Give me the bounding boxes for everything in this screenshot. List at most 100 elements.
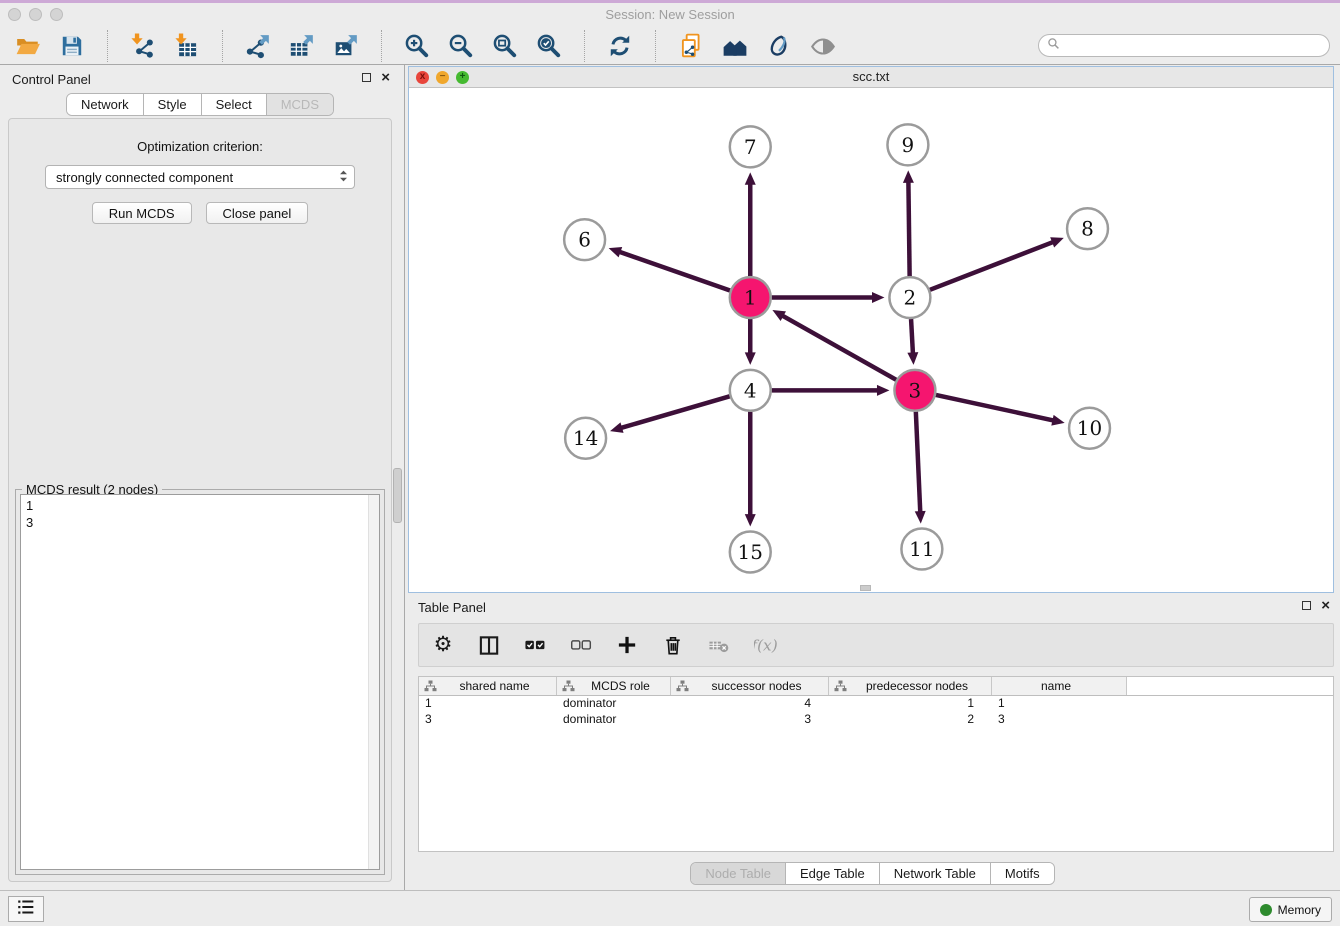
- zoom-in-button[interactable]: [399, 30, 435, 62]
- toolbar-separator: [222, 30, 223, 62]
- network-close-icon[interactable]: x: [416, 71, 429, 84]
- deselect-all-checkboxes-button[interactable]: [567, 631, 595, 659]
- column-tree-icon: [676, 680, 689, 692]
- close-panel-button[interactable]: Close panel: [206, 202, 309, 224]
- toggle-visibility-icon: [810, 33, 836, 59]
- graph-node-15[interactable]: 15: [730, 532, 771, 573]
- add-column-button[interactable]: [613, 631, 641, 659]
- column-header-MCDS-role[interactable]: MCDS role: [557, 677, 671, 695]
- mcds-result-text: 13: [21, 495, 367, 869]
- table-panel-header: Table Panel ×: [405, 593, 1340, 619]
- delete-column-button[interactable]: [659, 631, 687, 659]
- save-session-button[interactable]: [54, 30, 90, 62]
- graph-node-label: 6: [578, 228, 591, 252]
- table-float-icon[interactable]: [1302, 601, 1311, 610]
- zoom-selected-button[interactable]: [531, 30, 567, 62]
- zoom-out-button[interactable]: [443, 30, 479, 62]
- graph-node-2[interactable]: 2: [889, 277, 930, 318]
- graph-node-10[interactable]: 10: [1069, 408, 1110, 449]
- add-column-icon: [616, 634, 639, 657]
- toolbar-separator: [584, 30, 585, 62]
- network-graph: 1 2 3 4 6 7 8 9 10 11 14 15: [409, 88, 1333, 591]
- graph-node-8[interactable]: 8: [1067, 208, 1108, 249]
- network-canvas[interactable]: 1 2 3 4 6 7 8 9 10 11 14 15: [409, 88, 1333, 592]
- home-view-button[interactable]: [717, 30, 753, 62]
- open-session-button[interactable]: [10, 30, 46, 62]
- export-network-button[interactable]: [240, 30, 276, 62]
- task-history-button[interactable]: [8, 896, 44, 922]
- tab-network[interactable]: Network: [67, 94, 143, 115]
- table-tab-network-table[interactable]: Network Table: [879, 863, 990, 884]
- table-close-icon[interactable]: ×: [1321, 600, 1330, 611]
- settings-gear-button[interactable]: ⚙: [429, 631, 457, 659]
- list-icon: [15, 896, 37, 923]
- refresh-layout-button[interactable]: [602, 30, 638, 62]
- search-box[interactable]: [1038, 34, 1330, 57]
- svg-text:f(x): f(x): [754, 636, 777, 654]
- tab-mcds[interactable]: MCDS: [266, 94, 333, 115]
- graph-node-14[interactable]: 14: [565, 418, 606, 459]
- settings-gear-icon: ⚙: [434, 634, 453, 656]
- clone-network-button[interactable]: [673, 30, 709, 62]
- export-table-button[interactable]: [284, 30, 320, 62]
- tab-select[interactable]: Select: [201, 94, 266, 115]
- result-scrollbar[interactable]: [368, 495, 379, 869]
- graph-node-3[interactable]: 3: [894, 370, 935, 411]
- zoom-fit-icon: [492, 33, 518, 59]
- float-panel-icon[interactable]: [362, 73, 371, 82]
- table-cell: 4: [671, 696, 829, 712]
- import-network-button[interactable]: [125, 30, 161, 62]
- graph-node-9[interactable]: 9: [887, 124, 928, 165]
- canvas-resize-grip[interactable]: [860, 585, 871, 591]
- graph-edge-2-9: [908, 181, 909, 276]
- status-bar: Memory: [0, 890, 1340, 926]
- column-header-name[interactable]: name: [992, 677, 1127, 695]
- toggle-visibility-button[interactable]: [805, 30, 841, 62]
- import-table-button[interactable]: [169, 30, 205, 62]
- column-tree-icon: [424, 680, 437, 692]
- graph-node-1[interactable]: 1: [730, 277, 771, 318]
- table-tab-motifs[interactable]: Motifs: [990, 863, 1054, 884]
- network-minimize-icon[interactable]: −: [436, 71, 449, 84]
- network-maximize-icon[interactable]: +: [456, 71, 469, 84]
- graph-node-label: 11: [909, 537, 934, 561]
- graph-edge-3-10: [936, 395, 1055, 421]
- graph-node-label: 15: [738, 540, 763, 564]
- graph-node-label: 7: [744, 135, 757, 159]
- graph-node-7[interactable]: 7: [730, 126, 771, 167]
- graph-node-4[interactable]: 4: [730, 370, 771, 411]
- export-image-button[interactable]: [328, 30, 364, 62]
- column-layout-button[interactable]: [475, 631, 503, 659]
- mcds-result-area[interactable]: 13: [20, 494, 380, 870]
- tab-style[interactable]: Style: [143, 94, 201, 115]
- graph-node-11[interactable]: 11: [901, 529, 942, 570]
- control-panel-tabs: NetworkStyleSelectMCDS: [0, 93, 400, 116]
- network-window-titlebar[interactable]: x − + scc.txt: [409, 67, 1333, 88]
- zoom-in-icon: [404, 33, 430, 59]
- search-input[interactable]: [1065, 39, 1321, 53]
- table-tab-node-table[interactable]: Node Table: [691, 863, 785, 884]
- toggle-graphics-details-button[interactable]: [761, 30, 797, 62]
- run-mcds-button[interactable]: Run MCDS: [92, 202, 192, 224]
- zoom-fit-button[interactable]: [487, 30, 523, 62]
- table-tab-edge-table[interactable]: Edge Table: [785, 863, 879, 884]
- graph-node-label: 10: [1077, 416, 1102, 440]
- criterion-dropdown[interactable]: strongly connected component: [45, 165, 355, 189]
- optimization-criterion-label: Optimization criterion:: [9, 139, 391, 154]
- maximize-window-icon[interactable]: [50, 8, 63, 21]
- graph-node-6[interactable]: 6: [564, 219, 605, 260]
- minimize-window-icon[interactable]: [29, 8, 42, 21]
- column-header-predecessor-nodes[interactable]: predecessor nodes: [829, 677, 992, 695]
- table-cell: dominator: [557, 696, 671, 712]
- splitter-thumb[interactable]: [393, 468, 402, 523]
- table-row[interactable]: 1dominator411: [419, 696, 1333, 712]
- memory-button[interactable]: Memory: [1249, 897, 1332, 922]
- graph-arrowhead: [903, 170, 914, 183]
- control-panel: Control Panel × NetworkStyleSelectMCDS O…: [0, 65, 400, 890]
- column-header-shared-name[interactable]: shared name: [419, 677, 557, 695]
- table-row[interactable]: 3dominator323: [419, 712, 1333, 728]
- close-window-icon[interactable]: [8, 8, 21, 21]
- select-all-checkboxes-button[interactable]: [521, 631, 549, 659]
- close-panel-icon[interactable]: ×: [381, 72, 390, 83]
- column-header-successor-nodes[interactable]: successor nodes: [671, 677, 829, 695]
